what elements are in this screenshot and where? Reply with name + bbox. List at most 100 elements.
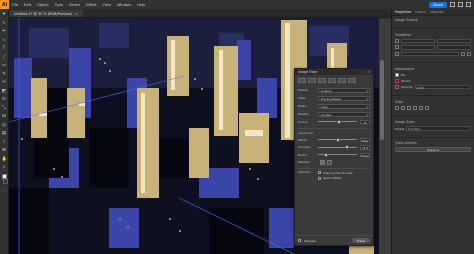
- minimize-icon[interactable]: [450, 2, 455, 7]
- rp-preset-select[interactable]: 6 Colors: [406, 126, 471, 131]
- paths-slider[interactable]: [318, 137, 357, 142]
- align-heading: Align: [395, 99, 403, 104]
- align-center-icon[interactable]: [401, 105, 405, 110]
- vertical-scrollbar[interactable]: [380, 60, 384, 140]
- more-tools-icon[interactable]: …: [2, 188, 7, 193]
- gradient-tool-icon[interactable]: ▤: [2, 131, 7, 136]
- flip-vertical-icon[interactable]: [467, 51, 471, 56]
- selection-tool-icon[interactable]: ➤: [2, 12, 7, 17]
- tab-layers[interactable]: Layers: [415, 10, 426, 14]
- tab-properties[interactable]: Properties: [395, 10, 411, 14]
- menu-file[interactable]: File: [12, 3, 18, 7]
- align-bottom-icon[interactable]: [425, 105, 429, 110]
- outline-preset-icon[interactable]: [348, 78, 356, 83]
- overlapping-method-icon[interactable]: [327, 159, 332, 165]
- black-white-preset-icon[interactable]: [338, 78, 346, 83]
- reference-point-icon[interactable]: [395, 38, 399, 43]
- colors-value[interactable]: 6: [360, 119, 370, 124]
- align-top-icon[interactable]: [413, 105, 417, 110]
- high-color-preset-icon[interactable]: [308, 78, 316, 83]
- rotate-icon[interactable]: [395, 51, 399, 56]
- y-field[interactable]: [437, 38, 471, 44]
- zoom-tool-icon[interactable]: ⌕: [2, 165, 7, 170]
- tools-panel: ➤ ↖ ✒ ∿ T ╱ ▭ ✎ ✏ ◩ ↻ ⤡ ⋈ ◎ ▤ ⌇ ⊞ ✋ ⌕ …: [0, 9, 9, 254]
- scale-tool-icon[interactable]: ⤡: [2, 106, 7, 111]
- grayscale-preset-icon[interactable]: [328, 78, 336, 83]
- eraser-tool-icon[interactable]: ◩: [2, 89, 7, 94]
- paths-slider-thumb[interactable]: [335, 137, 340, 142]
- opacity-field[interactable]: 100%: [414, 84, 471, 89]
- colors-slider-thumb[interactable]: [337, 119, 342, 124]
- direct-selection-tool-icon[interactable]: ↖: [2, 21, 7, 26]
- stroke-swatch-small[interactable]: [395, 78, 399, 83]
- ignore-white-option[interactable]: Ignore White: [295, 176, 373, 182]
- noise-value[interactable]: 25 px: [360, 152, 370, 157]
- noise-slider-thumb[interactable]: [323, 152, 328, 157]
- tab-libraries[interactable]: Libraries: [430, 10, 444, 14]
- share-button[interactable]: Share: [428, 1, 447, 8]
- fill-swatch[interactable]: [1, 173, 7, 179]
- hand-tool-icon[interactable]: ✋: [2, 157, 8, 162]
- noise-slider[interactable]: [318, 152, 357, 157]
- transform-section: Transform: [392, 31, 474, 61]
- view-select[interactable]: Tracing Result: [318, 95, 370, 101]
- close-tab-icon[interactable]: ×: [75, 12, 78, 16]
- menu-help[interactable]: Help: [137, 3, 145, 7]
- menu-type[interactable]: Type: [55, 3, 63, 7]
- document-tab[interactable]: Untitled-1* @ 50 % (RGB/Preview) ×: [9, 10, 83, 17]
- corners-value[interactable]: 75%: [360, 145, 370, 150]
- width-tool-icon[interactable]: ⋈: [2, 114, 7, 119]
- shape-builder-tool-icon[interactable]: ◎: [2, 123, 7, 128]
- close-panel-icon[interactable]: ×: [367, 70, 370, 74]
- snap-curves-checkbox[interactable]: [318, 171, 321, 175]
- height-field[interactable]: [437, 45, 471, 50]
- close-window-icon[interactable]: [466, 2, 471, 7]
- expand-button[interactable]: Expand: [395, 147, 471, 153]
- pen-tool-icon[interactable]: ✒: [2, 29, 7, 34]
- trace-button[interactable]: Trace: [352, 237, 370, 244]
- stroke-swatch[interactable]: [3, 179, 8, 184]
- rotate-tool-icon[interactable]: ↻: [2, 97, 7, 102]
- auto-color-preset-icon[interactable]: [298, 78, 306, 83]
- ignore-white-label: Ignore White: [323, 176, 341, 181]
- fill-label: Fill: [401, 72, 406, 77]
- abutting-method-icon[interactable]: [320, 159, 325, 165]
- pencil-tool-icon[interactable]: ✏: [2, 80, 7, 85]
- preset-select[interactable]: Custom: [318, 87, 370, 93]
- flip-horizontal-icon[interactable]: [461, 51, 465, 56]
- low-color-preset-icon[interactable]: [318, 78, 326, 83]
- artboard-tool-icon[interactable]: ⊞: [2, 148, 7, 153]
- curvature-tool-icon[interactable]: ∿: [2, 38, 7, 43]
- rotation-field[interactable]: [401, 51, 459, 57]
- preset-label: Preset:: [298, 88, 309, 92]
- corners-slider-thumb[interactable]: [345, 145, 350, 150]
- ignore-white-checkbox[interactable]: [318, 176, 321, 180]
- menu-edit[interactable]: Edit: [24, 3, 31, 7]
- fill-swatch-small[interactable]: [395, 72, 399, 77]
- corners-label: Corners:: [298, 145, 311, 150]
- align-left-icon[interactable]: [395, 105, 399, 110]
- paintbrush-tool-icon[interactable]: ✎: [2, 72, 7, 77]
- x-field[interactable]: [401, 38, 435, 44]
- preview-checkbox[interactable]: [298, 239, 301, 242]
- eyedropper-tool-icon[interactable]: ⌇: [2, 140, 7, 145]
- colors-slider[interactable]: [318, 119, 357, 124]
- menu-select[interactable]: Select: [69, 3, 80, 7]
- paths-value[interactable]: 50%: [360, 137, 370, 142]
- line-tool-icon[interactable]: ╱: [2, 55, 7, 60]
- palette-select[interactable]: Limited: [318, 111, 370, 117]
- mode-select[interactable]: Color: [318, 103, 370, 109]
- type-tool-icon[interactable]: T: [2, 46, 7, 51]
- align-right-icon[interactable]: [407, 105, 411, 110]
- divider: [298, 127, 370, 129]
- menu-view[interactable]: View: [102, 3, 111, 7]
- maximize-icon[interactable]: [458, 2, 463, 7]
- rectangle-tool-icon[interactable]: ▭: [2, 63, 7, 68]
- constrain-proportions-icon[interactable]: [395, 45, 399, 50]
- width-field[interactable]: [401, 45, 435, 50]
- corners-slider[interactable]: [318, 145, 357, 150]
- align-middle-icon[interactable]: [419, 105, 423, 110]
- menu-object[interactable]: Object: [37, 3, 49, 7]
- menu-window[interactable]: Window: [117, 3, 131, 7]
- menu-effect[interactable]: Effect: [86, 3, 96, 7]
